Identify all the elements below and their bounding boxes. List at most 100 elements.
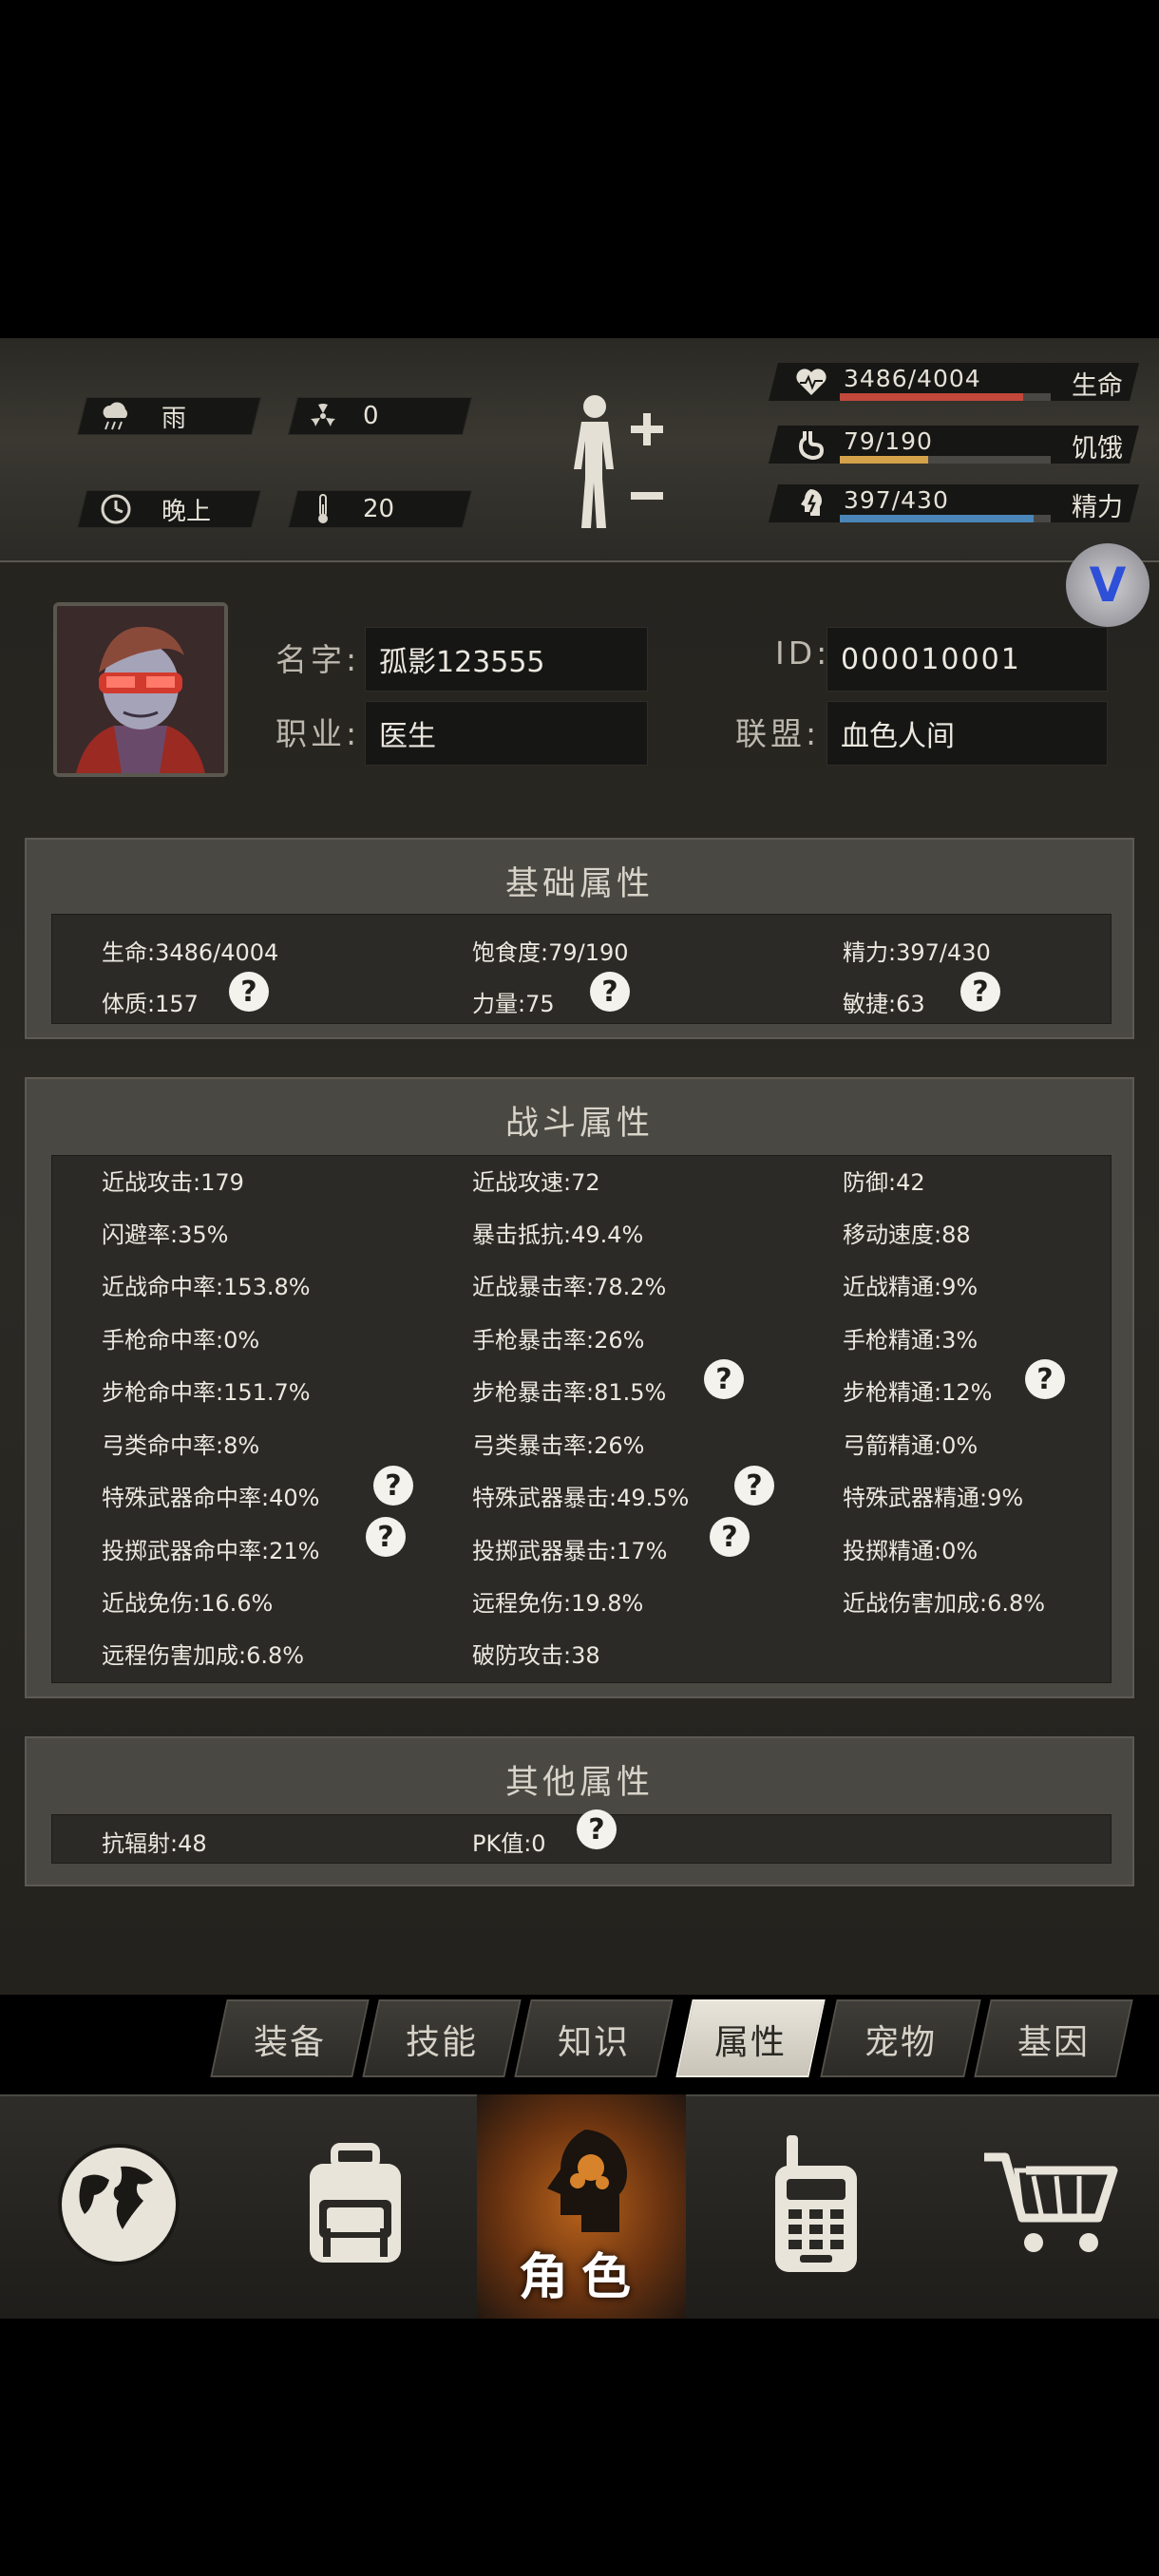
- attr-pistol-mastery: 手枪精通:3%: [843, 1327, 978, 1354]
- attr-throw-crit: 投掷武器暴击:17%: [472, 1538, 668, 1564]
- combat-attributes-body: 近战攻击:179 近战攻速:72 防御:42 闪避率:35% 暴击抵抗:49.4…: [51, 1155, 1112, 1683]
- help-icon[interactable]: ?: [577, 1809, 617, 1849]
- health-stat: 3486/4004 生命: [769, 363, 1139, 401]
- energy-stat: 397/430 精力: [769, 484, 1139, 522]
- section-title: 其他属性: [504, 1764, 654, 1802]
- attr-melee-mastery: 近战精通:9%: [843, 1274, 978, 1300]
- radiation-icon: [302, 397, 344, 435]
- attr-radiation-resist: 抗辐射:48: [102, 1830, 207, 1857]
- tab-skills-label: 技能: [405, 2023, 478, 2062]
- attr-strength: 力量:75: [472, 991, 555, 1017]
- cart-icon: [978, 2148, 1121, 2265]
- help-icon[interactable]: ?: [229, 972, 269, 1012]
- attr-melee-hit: 近战命中率:153.8%: [102, 1274, 311, 1300]
- attr-health: 生命:3486/4004: [102, 939, 279, 966]
- help-icon[interactable]: ?: [734, 1466, 774, 1506]
- health-label: 生命: [1072, 371, 1123, 401]
- name-label: 名字:: [276, 641, 361, 678]
- health-bar: [840, 393, 1024, 401]
- attr-crit-resist: 暴击抵抗:49.4%: [472, 1222, 644, 1248]
- alliance-label: 联盟:: [735, 715, 821, 752]
- backpack-icon: [298, 2143, 412, 2270]
- radiation-value: 0: [363, 402, 379, 430]
- attr-rifle-mastery: 步枪精通:12%: [843, 1379, 993, 1406]
- section-title: 战斗属性: [504, 1105, 654, 1143]
- stomach-icon: [792, 427, 830, 462]
- attr-special-mastery: 特殊武器精通:9%: [843, 1485, 1024, 1511]
- help-icon[interactable]: ?: [704, 1359, 744, 1399]
- thermometer-icon: [302, 490, 344, 528]
- character-head-icon: [524, 2124, 638, 2251]
- job-label: 职业:: [276, 715, 361, 752]
- attr-bow-hit: 弓类命中率:8%: [102, 1432, 260, 1459]
- weather-chip: 雨: [95, 397, 186, 435]
- attr-constitution: 体质:157: [102, 991, 199, 1017]
- nav-character-label: 角色: [518, 2249, 644, 2306]
- nav-shop[interactable]: [940, 2094, 1159, 2319]
- basic-attributes-body: 生命:3486/4004 饱食度:79/190 精力:397/430 体质:15…: [51, 914, 1112, 1024]
- attr-armor-pierce: 破防攻击:38: [472, 1642, 600, 1669]
- avatar[interactable]: [53, 602, 228, 777]
- weather-value: 雨: [162, 404, 187, 433]
- attr-pistol-hit: 手枪命中率:0%: [102, 1327, 260, 1354]
- attr-throw-mastery: 投掷精通:0%: [843, 1538, 978, 1564]
- energy-value: 397/430: [844, 486, 949, 514]
- attr-rifle-crit: 步枪暴击率:81.5%: [472, 1379, 667, 1406]
- floating-assistant-button[interactable]: V: [1066, 543, 1150, 627]
- attr-bow-crit: 弓类暴击率:26%: [472, 1432, 645, 1459]
- combat-attributes-section: 战斗属性 近战攻击:179 近战攻速:72 防御:42 闪避率:35% 暴击抵抗…: [25, 1077, 1134, 1698]
- clock-icon: [95, 490, 137, 528]
- nav-map[interactable]: [0, 2094, 238, 2319]
- attr-satiety: 饱食度:79/190: [472, 939, 629, 966]
- tab-equipment-label: 装备: [253, 2023, 326, 2062]
- attr-ranged-damage-bonus: 远程伤害加成:6.8%: [102, 1642, 305, 1669]
- hunger-stat: 79/190 饥饿: [769, 426, 1139, 464]
- job-field: 医生: [365, 701, 648, 766]
- attr-move-speed: 移动速度:88: [843, 1222, 971, 1248]
- help-icon[interactable]: ?: [1025, 1359, 1065, 1399]
- temperature-value: 20: [363, 495, 395, 523]
- attr-melee-speed: 近战攻速:72: [472, 1169, 600, 1196]
- section-title: 基础属性: [504, 865, 654, 903]
- hunger-value: 79/190: [844, 427, 933, 455]
- tab-pets-label: 宠物: [864, 2023, 937, 2062]
- attr-dodge: 闪避率:35%: [102, 1222, 229, 1248]
- globe-icon: [54, 2140, 183, 2273]
- nav-inventory[interactable]: [238, 2094, 473, 2319]
- attr-melee-damage-bonus: 近战伤害加成:6.8%: [843, 1590, 1046, 1617]
- hunger-label: 饥饿: [1072, 434, 1123, 464]
- tab-knowledge-label: 知识: [557, 2023, 630, 2062]
- temperature-chip: 20: [302, 490, 394, 528]
- health-value: 3486/4004: [844, 365, 981, 392]
- attr-ranged-reduction: 远程免伤:19.8%: [472, 1590, 644, 1617]
- id-label: ID:: [775, 635, 831, 672]
- help-icon[interactable]: ?: [373, 1466, 413, 1506]
- time-chip: 晚上: [95, 490, 211, 528]
- time-value: 晚上: [162, 497, 212, 526]
- attr-special-crit: 特殊武器暴击:49.5%: [472, 1485, 690, 1511]
- attr-agility: 敏捷:63: [843, 991, 925, 1017]
- other-attributes-body: 抗辐射:48 PK值:0 ?: [51, 1809, 1112, 1864]
- heart-icon: [792, 365, 830, 399]
- help-icon[interactable]: ?: [366, 1517, 406, 1557]
- help-icon[interactable]: ?: [710, 1517, 750, 1557]
- help-icon[interactable]: ?: [960, 972, 1000, 1012]
- attr-special-hit: 特殊武器命中率:40%: [102, 1485, 320, 1511]
- hunger-bar: [840, 456, 929, 464]
- help-icon[interactable]: ?: [590, 972, 630, 1012]
- tab-genes-label: 基因: [1016, 2023, 1090, 2062]
- attr-energy: 精力:397/430: [843, 939, 991, 966]
- attr-pk-value: PK值:0: [472, 1830, 546, 1857]
- attr-defense: 防御:42: [843, 1169, 925, 1196]
- nav-communication[interactable]: [692, 2094, 940, 2319]
- attr-pistol-crit: 手枪暴击率:26%: [472, 1327, 645, 1354]
- other-attributes-section: 其他属性 抗辐射:48 PK值:0 ?: [25, 1736, 1134, 1886]
- energy-bar: [840, 515, 1035, 522]
- name-field: 孤影123555: [365, 627, 648, 691]
- tab-attributes-label: 属性: [713, 2023, 787, 2062]
- radiation-chip: 0: [302, 397, 379, 435]
- attr-melee-crit: 近战暴击率:78.2%: [472, 1274, 667, 1300]
- rain-cloud-icon: [95, 397, 137, 435]
- attr-bow-mastery: 弓箭精通:0%: [843, 1432, 978, 1459]
- body-figure-icon[interactable]: [559, 389, 673, 541]
